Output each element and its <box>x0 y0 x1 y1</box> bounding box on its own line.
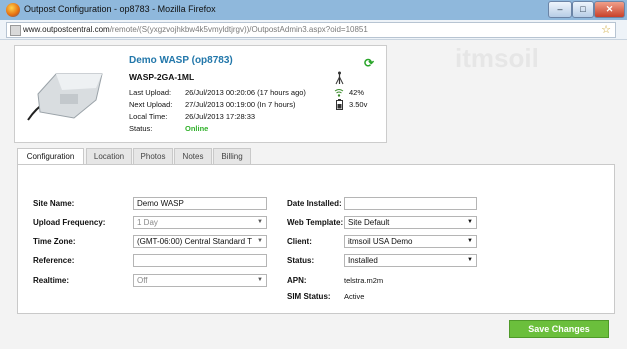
background-logo: itmsoil <box>455 43 539 73</box>
tab-billing[interactable]: Billing <box>213 148 251 165</box>
site-name-input[interactable]: Demo WASP <box>133 197 267 210</box>
window-titlebar: Outpost Configuration - op8783 - Mozilla… <box>0 0 627 21</box>
status-field-label: Status: <box>287 256 315 265</box>
status-value: Online <box>185 124 209 133</box>
local-time-value: 26/Jul/2013 17:28:33 <box>185 112 256 121</box>
next-upload-value: 27/Jul/2013 00:19:00 (In 7 hours) <box>185 100 296 109</box>
client-label: Client: <box>287 237 312 246</box>
firefox-logo-icon <box>6 3 20 17</box>
url-host: www.outpostcentral.com <box>23 25 110 34</box>
date-installed-label: Date Installed: <box>287 199 342 208</box>
date-installed-input[interactable] <box>344 197 477 210</box>
site-identity-icon[interactable] <box>10 25 21 36</box>
tab-photos[interactable]: Photos <box>133 148 173 165</box>
chevron-down-icon: ▼ <box>467 257 473 263</box>
chevron-down-icon: ▼ <box>467 238 473 244</box>
upload-frequency-label: Upload Frequency: <box>33 218 106 227</box>
close-button[interactable]: ✕ <box>594 1 625 18</box>
antenna-icon <box>335 71 344 85</box>
web-template-select[interactable]: Site Default ▼ <box>344 216 477 229</box>
battery-icon <box>336 99 343 110</box>
chevron-down-icon: ▼ <box>255 236 263 247</box>
tab-location[interactable]: Location <box>86 148 132 165</box>
status-field-value: Installed <box>348 256 378 265</box>
reference-input[interactable] <box>133 254 267 267</box>
tab-notes[interactable]: Notes <box>174 148 212 165</box>
save-changes-button[interactable]: Save Changes <box>509 320 609 338</box>
minimize-button[interactable]: – <box>548 1 572 18</box>
chevron-down-icon: ▼ <box>257 277 263 283</box>
url-text: www.outpostcentral.com/remote/(S(yxgzvoj… <box>23 25 368 34</box>
time-zone-label: Time Zone: <box>33 237 76 246</box>
upload-frequency-value: 1 Day <box>137 218 158 227</box>
signal-value: 42% <box>349 88 365 97</box>
apn-label: APN: <box>287 276 307 285</box>
realtime-value: Off <box>137 276 148 285</box>
local-time-label: Local Time: <box>129 112 168 121</box>
site-name-label: Site Name: <box>33 199 75 208</box>
next-upload-label: Next Upload: <box>129 100 173 109</box>
time-zone-select[interactable]: (GMT-06:00) Central Standard T ▼ <box>133 235 267 248</box>
reference-label: Reference: <box>33 256 75 265</box>
last-upload-label: Last Upload: <box>129 88 172 97</box>
refresh-icon[interactable]: ⟳ <box>364 56 374 70</box>
web-template-label: Web Template: <box>287 218 344 227</box>
sim-status-label: SIM Status: <box>287 292 331 301</box>
last-upload-value: 26/Jul/2013 00:20:06 (17 hours ago) <box>185 88 306 97</box>
chevron-down-icon: ▼ <box>257 219 263 225</box>
maximize-button[interactable]: □ <box>572 1 594 18</box>
device-image <box>27 73 103 121</box>
web-template-value: Site Default <box>348 218 390 227</box>
bookmark-star-icon[interactable]: ☆ <box>601 23 611 36</box>
address-bar: www.outpostcentral.com/remote/(S(yxgzvoj… <box>0 20 627 40</box>
device-summary-card: Demo WASP (op8783) WASP-2GA-1ML Last Upl… <box>14 45 387 143</box>
sim-status-value: Active <box>344 292 365 301</box>
realtime-label: Realtime: <box>33 276 70 285</box>
time-zone-value: (GMT-06:00) Central Standard T <box>137 237 253 246</box>
apn-value: telstra.m2m <box>344 276 384 285</box>
window-title: Outpost Configuration - op8783 - Mozilla… <box>24 4 216 14</box>
url-field[interactable]: www.outpostcentral.com/remote/(S(yxgzvoj… <box>6 22 616 38</box>
realtime-select[interactable]: Off ▼ <box>133 274 267 287</box>
client-select[interactable]: itmsoil USA Demo ▼ <box>344 235 477 248</box>
status-label: Status: <box>129 124 153 133</box>
status-select[interactable]: Installed ▼ <box>344 254 477 267</box>
battery-value: 3.50v <box>349 100 368 109</box>
device-model: WASP-2GA-1ML <box>129 72 195 82</box>
chevron-down-icon: ▼ <box>467 219 473 225</box>
url-path: /remote/(S(yxgzvojhkbw4k5vmyldtjrgv))/Ou… <box>109 25 368 34</box>
device-title: Demo WASP (op8783) <box>129 55 233 66</box>
signal-icon <box>334 89 344 97</box>
client-value: itmsoil USA Demo <box>348 237 413 246</box>
upload-frequency-select[interactable]: 1 Day ▼ <box>133 216 267 229</box>
